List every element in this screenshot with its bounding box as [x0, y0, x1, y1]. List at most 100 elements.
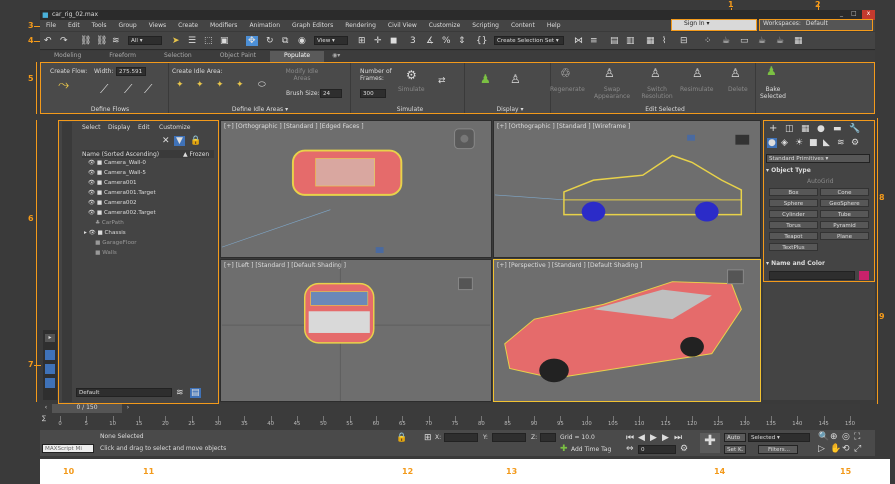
go-to-end-icon[interactable]: ⏭ [674, 433, 682, 443]
menu-modifiers[interactable]: Modifiers [204, 22, 243, 29]
maximize-viewport-icon[interactable]: ⤢ [854, 444, 861, 454]
viewport-front[interactable]: [+] [Orthographic ] [Standard ] [Wirefra… [493, 120, 761, 258]
absolute-mode-icon[interactable]: ⊞ [424, 433, 432, 443]
snaps-toggle-icon[interactable]: 3 [410, 36, 416, 46]
next-frame-icon[interactable]: ▶ [662, 433, 669, 443]
menu-help[interactable]: Help [541, 22, 567, 29]
set-key-button[interactable]: Set K. [724, 445, 746, 454]
keyboard-shortcut-icon[interactable]: ◼ [390, 36, 397, 46]
align-icon[interactable]: ≡ [590, 36, 598, 46]
selection-filter[interactable]: All ▾ [128, 36, 162, 45]
time-slider-thumb[interactable]: 0 / 150 [52, 404, 122, 413]
link-icon[interactable]: ⛓ [80, 36, 91, 46]
angle-snap-icon[interactable]: ∡ [426, 36, 434, 46]
zoom-icon[interactable]: 🔍 [818, 432, 829, 442]
layer-explorer-icon[interactable]: ▥ [626, 36, 635, 46]
tab-selection[interactable]: Selection [150, 51, 206, 62]
undo-icon[interactable]: ↶ [44, 36, 52, 46]
menu-civil-view[interactable]: Civil View [382, 22, 423, 29]
key-mode-icon[interactable]: ⇔ [626, 444, 634, 454]
select-by-name-icon[interactable]: ☰ [188, 36, 196, 46]
ribbon-toggle-icon[interactable]: ▦ [646, 36, 655, 46]
menu-edit[interactable]: Edit [62, 22, 86, 29]
field-of-view-icon[interactable]: ▷ [818, 444, 825, 454]
time-slider-prev-icon[interactable]: ‹ [42, 404, 50, 413]
time-slider[interactable]: ‹ 0 / 150 › [40, 404, 860, 413]
zoom-extents-icon[interactable]: ◎ [842, 432, 850, 442]
filters-button[interactable]: Filters... [758, 445, 798, 454]
maxscript-listener[interactable]: MAXScript Mi [42, 444, 94, 453]
menu-graph-editors[interactable]: Graph Editors [286, 22, 339, 29]
viewport-left[interactable]: [+] [Left ] [Standard ] [Default Shading… [220, 259, 492, 402]
ribbon-options-icon[interactable]: ◉▾ [324, 51, 348, 62]
tab-modeling[interactable]: Modeling [40, 51, 95, 62]
window-crossing-icon[interactable]: ▣ [220, 36, 229, 46]
menu-tools[interactable]: Tools [86, 22, 113, 29]
menu-content[interactable]: Content [505, 22, 541, 29]
material-editor-icon[interactable]: ⁘ [704, 36, 712, 46]
go-to-start-icon[interactable]: ⏮ [626, 433, 634, 443]
render-production-icon[interactable]: ☕ [758, 36, 766, 46]
zoom-extents-all-icon[interactable]: ⛶ [854, 432, 860, 442]
zoom-all-icon[interactable]: ⊕ [830, 432, 838, 442]
x-coordinate[interactable] [444, 433, 478, 442]
render-setup-icon[interactable]: ☕ [722, 36, 730, 46]
menu-customize[interactable]: Customize [423, 22, 467, 29]
rendered-frame-icon[interactable]: ▭ [740, 36, 749, 46]
expand-layouts-icon[interactable]: ▸ [45, 334, 55, 342]
minimize-icon[interactable]: _ [840, 10, 850, 17]
tab-freeform[interactable]: Freeform [95, 51, 150, 62]
select-object-icon[interactable]: ➤ [172, 36, 180, 46]
menu-create[interactable]: Create [172, 22, 204, 29]
reference-coordinate-system[interactable]: View ▾ [314, 36, 348, 45]
play-icon[interactable]: ▶ [650, 433, 657, 443]
menu-views[interactable]: Views [143, 22, 172, 29]
selection-lock-icon[interactable]: 🔒 [396, 433, 407, 443]
layout-tab-split[interactable] [45, 364, 55, 374]
region-select-icon[interactable]: ⬚ [204, 36, 213, 46]
percent-snap-icon[interactable]: % [442, 36, 451, 46]
named-selection-set[interactable]: Create Selection Set ▾ [494, 36, 564, 45]
schematic-view-icon[interactable]: ⊟ [680, 36, 688, 46]
edit-named-selection-icon[interactable]: {} [476, 36, 487, 46]
bind-spacewarp-icon[interactable]: ≋ [112, 36, 120, 46]
mirror-icon[interactable]: ⋈ [574, 36, 583, 46]
track-bar[interactable]: ∑ 0 5 10 15 20 25 30 35 40 45 50 55 60 65 70 75 80 85 90 95… [40, 413, 860, 430]
add-time-tag-icon[interactable]: ✚ [560, 444, 568, 454]
layout-tab-single[interactable] [45, 378, 55, 388]
layout-tab-quad[interactable] [45, 350, 55, 360]
move-icon[interactable]: ✥ [246, 36, 258, 46]
placement-icon[interactable]: ◉ [298, 36, 306, 46]
maximize-icon[interactable]: □ [851, 10, 861, 17]
z-coordinate[interactable] [540, 433, 556, 442]
curve-editor-icon[interactable]: ⌇ [662, 36, 666, 46]
pivot-icon[interactable]: ⊞ [358, 36, 366, 46]
tab-populate[interactable]: Populate [269, 51, 325, 62]
spinner-snap-icon[interactable]: ⇕ [458, 36, 466, 46]
auto-key-button[interactable]: Auto [724, 433, 746, 442]
manipulate-icon[interactable]: ✛ [374, 36, 382, 46]
time-slider-next-icon[interactable]: › [124, 404, 132, 413]
viewport-top[interactable]: [+] [Orthographic ] [Standard ] [Edged F… [220, 120, 492, 258]
previous-frame-icon[interactable]: ◀ [638, 433, 645, 443]
tab-object-paint[interactable]: Object Paint [206, 51, 270, 62]
y-coordinate[interactable] [492, 433, 526, 442]
scene-explorer-icon[interactable]: ▤ [610, 36, 619, 46]
unlink-icon[interactable]: ⛓ [96, 36, 107, 46]
scale-icon[interactable]: ⧉ [282, 36, 288, 46]
orbit-icon[interactable]: ⟲ [842, 444, 850, 454]
redo-icon[interactable]: ↷ [60, 36, 68, 46]
render-iterative-icon[interactable]: ☕ [776, 36, 784, 46]
current-frame-spinner[interactable]: 0 [638, 445, 676, 454]
online-render-icon[interactable]: ▦ [794, 36, 803, 46]
set-key-icon[interactable]: ✚ [700, 433, 720, 453]
key-filter-dropdown[interactable]: Selected ▾ [748, 433, 810, 442]
menu-scripting[interactable]: Scripting [466, 22, 505, 29]
rotate-icon[interactable]: ↻ [266, 36, 274, 46]
pan-icon[interactable]: ✋ [830, 444, 841, 454]
menu-group[interactable]: Group [112, 22, 142, 29]
viewport-perspective[interactable]: [+] [Perspective ] [Standard ] [Default … [493, 259, 761, 402]
menu-rendering[interactable]: Rendering [339, 22, 382, 29]
menu-animation[interactable]: Animation [243, 22, 286, 29]
add-time-tag[interactable]: Add Time Tag [571, 446, 611, 453]
